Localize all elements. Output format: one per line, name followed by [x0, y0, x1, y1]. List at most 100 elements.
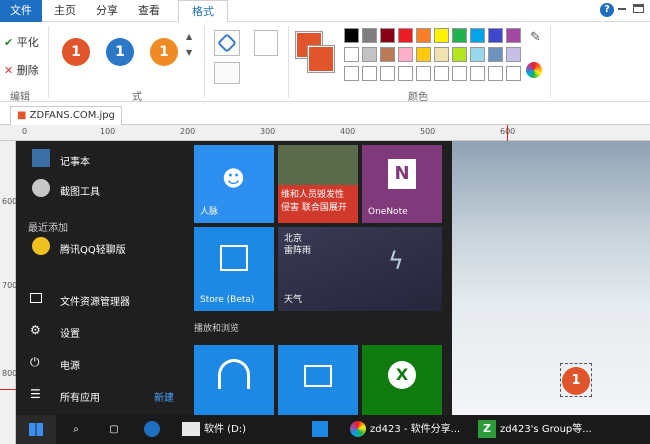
custom-swatch[interactable]	[398, 66, 413, 81]
smooth-label: 平化	[16, 36, 39, 49]
tile-music[interactable]	[194, 345, 274, 415]
palette-swatch[interactable]	[506, 28, 521, 43]
tile-weather-label: 天气	[284, 295, 303, 305]
search-icon[interactable]: ⌕	[66, 415, 86, 444]
document-tab[interactable]: ■ ZDFANS.COM.jpg	[10, 106, 123, 125]
palette-swatch[interactable]	[344, 47, 359, 62]
power-icon: ⏻	[30, 355, 40, 369]
palette-swatch[interactable]	[434, 47, 449, 62]
restore-icon[interactable]	[633, 4, 644, 13]
ruler-label: 400	[340, 127, 356, 136]
snipping-tool-item[interactable]: 截图工具	[60, 183, 100, 198]
shape-fill-button[interactable]	[214, 30, 240, 56]
palette-swatch[interactable]	[380, 47, 395, 62]
chrome-taskbar-item[interactable]: zd423 - 软件分享...	[370, 415, 460, 444]
start-menu: 记事本 截图工具 最近添加 腾讯QQ轻聊版 文件资源管理器 ⚙ 设置 ⏻ 电源 …	[16, 141, 452, 415]
custom-swatch[interactable]	[470, 66, 485, 81]
section-header: 播放和浏览	[194, 324, 240, 334]
settings-item[interactable]: 设置	[60, 325, 80, 340]
custom-swatch[interactable]	[452, 66, 467, 81]
palette-swatch[interactable]	[362, 47, 377, 62]
smooth-button[interactable]: ✔ 平化	[4, 34, 39, 50]
delete-button[interactable]: ✕ 删除	[4, 62, 39, 78]
palette-swatch[interactable]	[452, 47, 467, 62]
tile-store[interactable]: Store (Beta)	[194, 227, 274, 311]
tile-people[interactable]: ☻ 人脉	[194, 145, 274, 223]
palette-swatch[interactable]	[416, 28, 431, 43]
scroll-down-icon[interactable]: ▼	[186, 48, 192, 57]
shape-icon	[217, 33, 237, 53]
folder-icon	[30, 293, 42, 303]
custom-swatch[interactable]	[416, 66, 431, 81]
qq-item[interactable]: 腾讯QQ轻聊版	[60, 241, 126, 256]
browser-icon[interactable]	[144, 421, 160, 437]
style-3-swatch[interactable]: 1	[150, 38, 178, 66]
start-button[interactable]	[16, 415, 56, 444]
tab-share[interactable]: 分享	[90, 0, 124, 22]
palette-swatch[interactable]	[398, 47, 413, 62]
palette-swatch[interactable]	[416, 47, 431, 62]
notepad-icon	[32, 149, 50, 167]
xbox-icon: X	[388, 361, 416, 389]
custom-swatch[interactable]	[434, 66, 449, 81]
custom-swatch[interactable]	[344, 66, 359, 81]
palette-swatch[interactable]	[344, 28, 359, 43]
palette-swatch[interactable]	[488, 47, 503, 62]
all-apps-item[interactable]: 所有应用	[60, 389, 100, 404]
list-icon: ☰	[30, 387, 41, 401]
drive-taskbar-item[interactable]: 软件 (D:)	[204, 415, 246, 444]
qq-icon	[32, 237, 50, 255]
color-group-label: 颜色	[408, 92, 428, 103]
palette-swatch[interactable]	[398, 28, 413, 43]
tile-news[interactable]: 维和人员毁发性 侵害 联合国展开	[278, 145, 358, 223]
tab-view[interactable]: 查看	[132, 0, 166, 22]
step-marker[interactable]: 1	[562, 367, 590, 395]
help-icon[interactable]: ?	[600, 3, 614, 17]
line-width-button[interactable]	[254, 30, 278, 56]
custom-swatch[interactable]	[362, 66, 377, 81]
palette-swatch[interactable]	[470, 47, 485, 62]
store-taskbar-icon[interactable]	[312, 421, 328, 437]
style-1-swatch[interactable]: 1	[62, 38, 90, 66]
tab-file[interactable]: 文件	[0, 0, 42, 22]
color-picker-icon[interactable]: ✎	[530, 30, 541, 45]
check-icon: ✔	[4, 36, 14, 49]
cursor-marker	[507, 125, 508, 141]
explorer-item[interactable]: 文件资源管理器	[60, 293, 130, 308]
task-view-icon[interactable]: ▢	[104, 415, 124, 444]
scroll-up-icon[interactable]: ▲	[186, 32, 192, 41]
style-2-swatch[interactable]: 1	[106, 38, 134, 66]
palette-swatch[interactable]	[452, 28, 467, 43]
palette-swatch[interactable]	[362, 28, 377, 43]
palette-swatch[interactable]	[470, 28, 485, 43]
desktop-wallpaper: 1	[452, 141, 650, 415]
tile-weather[interactable]: 北京 雷阵雨 ϟ 天气	[278, 227, 442, 311]
tab-home[interactable]: 主页	[48, 0, 82, 22]
tile-onenote[interactable]: N OneNote	[362, 145, 442, 223]
group-taskbar-item[interactable]: zd423's Group等...	[500, 415, 592, 444]
vertical-ruler: 600 700 800	[0, 141, 17, 444]
custom-swatch[interactable]	[506, 66, 521, 81]
taskbar: ⌕ ▢ 软件 (D:) zd423 - 软件分享... Z zd423's Gr…	[16, 415, 650, 444]
edit-group-label: 编辑	[10, 92, 30, 103]
custom-swatch[interactable]	[380, 66, 395, 81]
power-item[interactable]: 电源	[60, 357, 80, 372]
edit-colors-icon[interactable]	[526, 62, 542, 78]
tile-onenote-label: OneNote	[368, 207, 408, 217]
gear-icon: ⚙	[30, 323, 41, 337]
palette-swatch[interactable]	[434, 28, 449, 43]
color2-swatch[interactable]	[307, 45, 335, 73]
shape-outline-button[interactable]	[214, 62, 240, 84]
tile-people-label: 人脉	[200, 207, 219, 217]
tile-xbox[interactable]: X	[362, 345, 442, 415]
custom-swatch[interactable]	[488, 66, 503, 81]
tab-format[interactable]: 格式	[178, 0, 228, 23]
image-file-icon: ■	[17, 110, 27, 121]
palette-swatch[interactable]	[380, 28, 395, 43]
minimize-ribbon-icon[interactable]	[618, 8, 626, 10]
palette-swatch[interactable]	[506, 47, 521, 62]
tile-video[interactable]	[278, 345, 358, 415]
palette-swatch[interactable]	[488, 28, 503, 43]
windows-logo-icon	[29, 423, 43, 436]
notepad-item[interactable]: 记事本	[60, 153, 90, 168]
